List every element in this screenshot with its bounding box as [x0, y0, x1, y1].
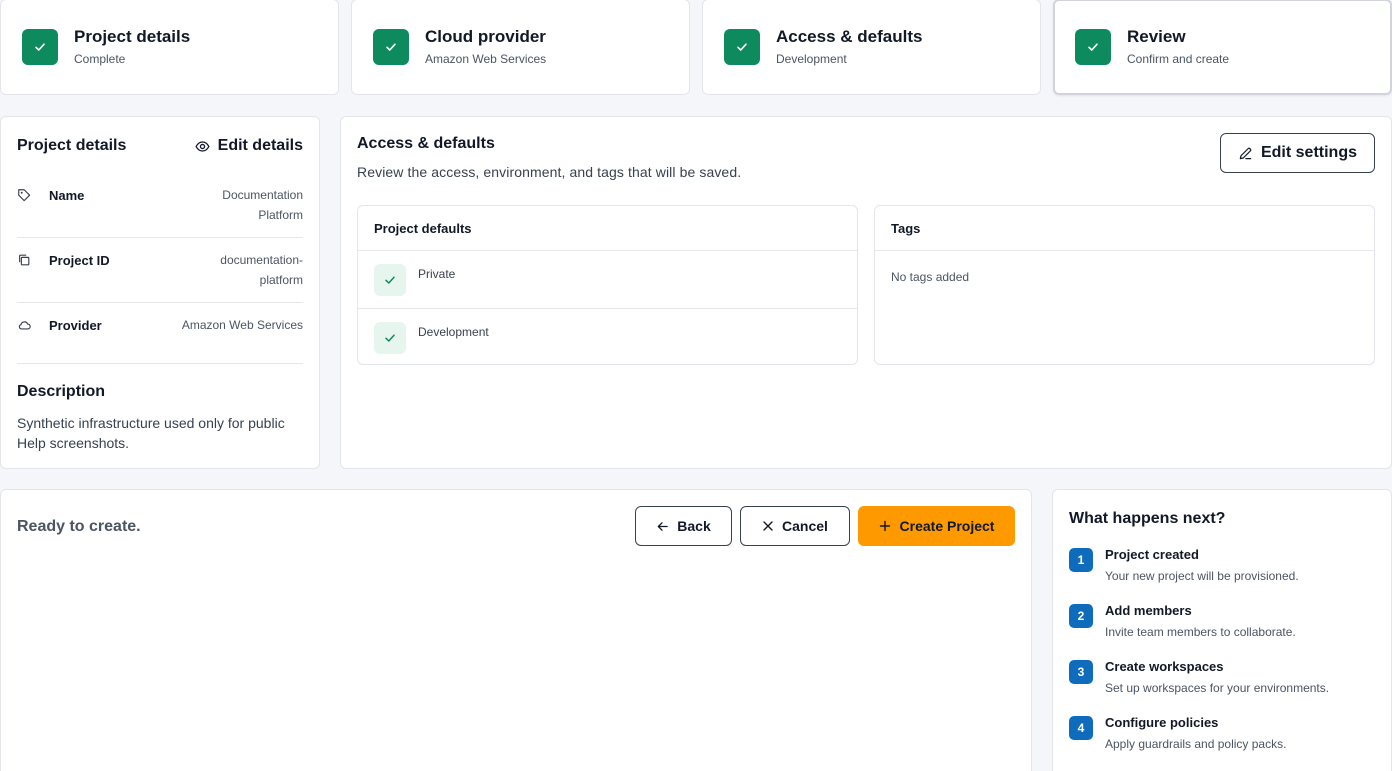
step-number-badge: 3	[1069, 660, 1093, 684]
detail-value: documentation-platform	[220, 253, 303, 287]
detail-row-project-id: Project ID documentation-platform	[17, 252, 303, 290]
eye-icon	[195, 139, 210, 154]
access-defaults-card: Access & defaults Review the access, env…	[340, 116, 1392, 469]
detail-value: Documentation Platform	[222, 188, 303, 222]
next-step-name: Project created	[1105, 547, 1199, 562]
step-subtitle: Complete	[74, 52, 126, 66]
detail-label: Project ID	[49, 253, 110, 268]
check-icon	[374, 322, 406, 354]
panel-title: Project defaults	[358, 206, 857, 251]
pencil-icon	[1238, 146, 1253, 161]
detail-row-name: Name Documentation Platform	[17, 187, 303, 225]
divider	[17, 363, 303, 364]
edit-details-label: Edit details	[217, 137, 303, 154]
step-number-badge: 2	[1069, 604, 1093, 628]
step-title: Review	[1127, 27, 1186, 46]
step-title: Access & defaults	[776, 27, 923, 46]
list-item: 4 Configure policies Apply guardrails an…	[1069, 714, 1379, 752]
list-item: 2 Add members Invite team members to col…	[1069, 602, 1379, 640]
close-icon	[762, 520, 774, 532]
next-step-description: Apply guardrails and policy packs.	[1105, 737, 1287, 751]
description-text: Synthetic infrastructure used only for p…	[17, 415, 285, 451]
default-label: Development	[418, 325, 489, 339]
step-review[interactable]: Review Confirm and create	[1053, 0, 1392, 95]
edit-settings-button[interactable]: Edit settings	[1220, 133, 1375, 173]
detail-label: Provider	[49, 318, 102, 333]
card-title: Project details	[17, 137, 127, 154]
back-label: Back	[677, 518, 711, 534]
edit-details-link[interactable]: Edit details	[195, 137, 303, 155]
list-item: Private	[358, 251, 857, 308]
check-icon	[22, 29, 58, 65]
cloud-icon	[17, 318, 33, 334]
step-number-badge: 1	[1069, 548, 1093, 572]
step-title: Project details	[74, 27, 191, 46]
list-item: 3 Create workspaces Set up workspaces fo…	[1069, 658, 1379, 696]
next-step-description: Set up workspaces for your environments.	[1105, 681, 1330, 695]
divider	[17, 302, 303, 303]
next-step-description: Your new project will be provisioned.	[1105, 569, 1299, 583]
default-label: Private	[418, 267, 456, 281]
edit-settings-label: Edit settings	[1260, 144, 1357, 161]
check-icon	[373, 29, 409, 65]
next-step-name: Configure policies	[1105, 715, 1219, 730]
detail-value: Amazon Web Services	[181, 318, 303, 332]
step-cloud-provider[interactable]: Cloud provider Amazon Web Services	[351, 0, 690, 95]
back-button[interactable]: Back	[635, 506, 732, 546]
next-steps-card: What happens next? 1 Project created You…	[1052, 489, 1392, 771]
check-icon	[374, 264, 406, 296]
project-defaults-panel: Project defaults Private Development	[357, 205, 858, 365]
cancel-label: Cancel	[782, 518, 828, 534]
detail-label: Name	[49, 188, 85, 203]
detail-row-provider: Provider Amazon Web Services	[17, 317, 303, 335]
step-number-badge: 4	[1069, 716, 1093, 740]
card-title: What happens next?	[1069, 510, 1226, 527]
description-title: Description	[17, 383, 106, 400]
check-icon	[724, 29, 760, 65]
tags-panel: Tags No tags added	[874, 205, 1375, 365]
step-access-defaults[interactable]: Access & defaults Development	[702, 0, 1041, 95]
step-subtitle: Amazon Web Services	[425, 52, 547, 66]
plus-icon	[879, 520, 891, 532]
next-step-name: Add members	[1105, 603, 1192, 618]
next-step-description: Invite team members to collaborate.	[1105, 625, 1296, 639]
list-item: Development	[358, 308, 857, 365]
card-title: Access & defaults	[357, 135, 495, 152]
project-details-card: Project details Edit details Name Docume…	[0, 116, 320, 469]
list-item: 1 Project created Your new project will …	[1069, 546, 1379, 584]
step-subtitle: Development	[776, 52, 847, 66]
copy-icon	[17, 253, 33, 269]
ready-text: Ready to create.	[17, 518, 141, 535]
check-icon	[1075, 29, 1111, 65]
create-project-button[interactable]: Create Project	[858, 506, 1015, 546]
card-subtitle: Review the access, environment, and tags…	[357, 164, 742, 180]
actions-card: Ready to create. Back Cancel Create Proj…	[0, 489, 1032, 771]
divider	[17, 237, 303, 238]
step-subtitle: Confirm and create	[1127, 52, 1230, 66]
tag-icon	[17, 188, 33, 204]
step-project-details[interactable]: Project details Complete	[0, 0, 339, 95]
step-title: Cloud provider	[425, 27, 546, 46]
empty-tags-text: No tags added	[891, 270, 970, 284]
next-step-name: Create workspaces	[1105, 659, 1224, 674]
panel-title: Tags	[875, 206, 1374, 251]
cancel-button[interactable]: Cancel	[740, 506, 850, 546]
create-project-label: Create Project	[899, 518, 995, 534]
arrow-left-icon	[656, 520, 669, 533]
